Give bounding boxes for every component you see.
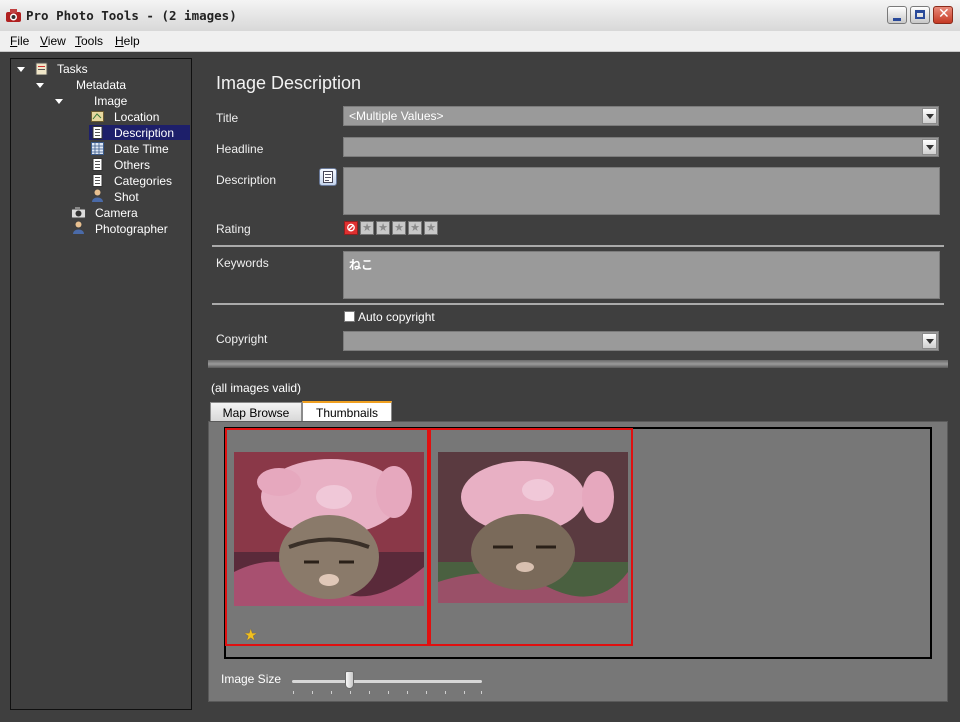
app-camera-icon	[6, 9, 21, 22]
thumbnail-item[interactable]	[429, 428, 633, 646]
clear-rating-icon[interactable]: ⊘	[344, 221, 358, 235]
tree-item-location[interactable]: Location	[114, 109, 159, 125]
rating-star-1-icon[interactable]: ★	[360, 221, 374, 235]
slider-tick	[369, 691, 370, 694]
close-button[interactable]: ✕	[933, 6, 953, 24]
rating-star-3-icon[interactable]: ★	[392, 221, 406, 235]
slider-tick	[481, 691, 482, 694]
calendar-icon	[91, 142, 104, 155]
auto-copyright-label: Auto copyright	[358, 310, 435, 324]
rating-star-5-icon[interactable]: ★	[424, 221, 438, 235]
tree-item-image[interactable]: Image	[94, 93, 127, 109]
tree-item-photographer[interactable]: Photographer	[95, 221, 168, 237]
menu-file[interactable]: File	[10, 34, 29, 48]
image-size-label: Image Size	[221, 672, 282, 686]
tree-item-tasks[interactable]: Tasks	[57, 61, 88, 77]
chevron-down-icon[interactable]	[922, 333, 937, 349]
chevron-down-icon[interactable]	[922, 108, 937, 124]
slider-tick	[350, 691, 351, 694]
slider-tick	[464, 691, 465, 694]
list-icon	[92, 158, 103, 171]
slider-tick	[331, 691, 332, 694]
copyright-combobox[interactable]	[343, 331, 939, 351]
notes-icon	[323, 171, 333, 183]
slider-tick	[445, 691, 446, 694]
image-size-slider[interactable]	[292, 680, 482, 683]
menu-tools[interactable]: Tools	[75, 34, 103, 48]
person-icon	[92, 189, 103, 202]
tab-map-browse[interactable]: Map Browse	[210, 402, 302, 422]
slider-tick	[293, 691, 294, 694]
tree-item-date-time[interactable]: Date Time	[114, 141, 169, 157]
expand-metadata-icon[interactable]	[36, 83, 44, 88]
page-title: Image Description	[216, 73, 362, 93]
minimize-button[interactable]	[887, 6, 907, 24]
star-icon: ★	[244, 627, 258, 644]
camera-icon	[71, 207, 86, 219]
description-label: Description	[216, 173, 277, 187]
expand-tasks-icon[interactable]	[17, 67, 25, 72]
image-size-slider-thumb[interactable]	[345, 671, 354, 689]
minimize-icon	[893, 18, 901, 21]
maximize-icon	[915, 10, 925, 19]
document-icon	[92, 126, 103, 139]
splitter-handle[interactable]	[208, 360, 948, 368]
tree-item-metadata[interactable]: Metadata	[76, 77, 126, 93]
validation-status: (all images valid)	[211, 381, 302, 395]
map-icon	[91, 111, 104, 122]
window-title: Pro Photo Tools - (2 images)	[26, 8, 237, 23]
title-label: Title	[216, 111, 239, 125]
rating-label: Rating	[216, 222, 251, 236]
title-value: <Multiple Values>	[349, 109, 444, 123]
slider-tick	[312, 691, 313, 694]
photographer-icon	[73, 221, 84, 234]
menu-help[interactable]: Help	[115, 34, 140, 48]
keywords-textarea[interactable]: ねこ	[343, 251, 940, 299]
rating-star-2-icon[interactable]: ★	[376, 221, 390, 235]
menu-view[interactable]: View	[40, 34, 66, 48]
chevron-down-icon[interactable]	[922, 139, 937, 155]
description-template-button[interactable]	[319, 168, 337, 186]
description-textarea[interactable]	[343, 167, 940, 215]
thumbnail-image	[438, 452, 628, 603]
rating-star-4-icon[interactable]: ★	[408, 221, 422, 235]
categories-icon	[92, 174, 103, 187]
headline-combobox[interactable]	[343, 137, 939, 157]
tree-item-categories[interactable]: Categories	[114, 173, 172, 189]
tree-item-description[interactable]: Description	[114, 125, 174, 141]
section-divider	[212, 303, 944, 305]
auto-copyright-checkbox[interactable]	[344, 311, 355, 322]
tab-thumbnails[interactable]: Thumbnails	[302, 401, 392, 423]
tree-item-camera[interactable]: Camera	[95, 205, 138, 221]
keywords-label: Keywords	[216, 256, 269, 270]
menu-bar: File View Tools Help	[0, 31, 960, 52]
close-icon: ✕	[938, 6, 950, 22]
title-combobox[interactable]: <Multiple Values>	[343, 106, 939, 126]
slider-tick	[426, 691, 427, 694]
title-bar[interactable]: Pro Photo Tools - (2 images) ✕	[0, 0, 960, 32]
headline-label: Headline	[216, 142, 264, 156]
tree-item-shot[interactable]: Shot	[114, 189, 139, 205]
maximize-button[interactable]	[910, 6, 930, 24]
expand-image-icon[interactable]	[55, 99, 63, 104]
clipboard-icon	[35, 62, 48, 75]
thumbnail-image	[234, 452, 424, 606]
copyright-label: Copyright	[216, 332, 268, 346]
tree-item-others[interactable]: Others	[114, 157, 150, 173]
slider-tick	[407, 691, 408, 694]
slider-tick	[388, 691, 389, 694]
section-divider	[212, 245, 944, 247]
thumbnail-item[interactable]: ★	[225, 428, 429, 646]
